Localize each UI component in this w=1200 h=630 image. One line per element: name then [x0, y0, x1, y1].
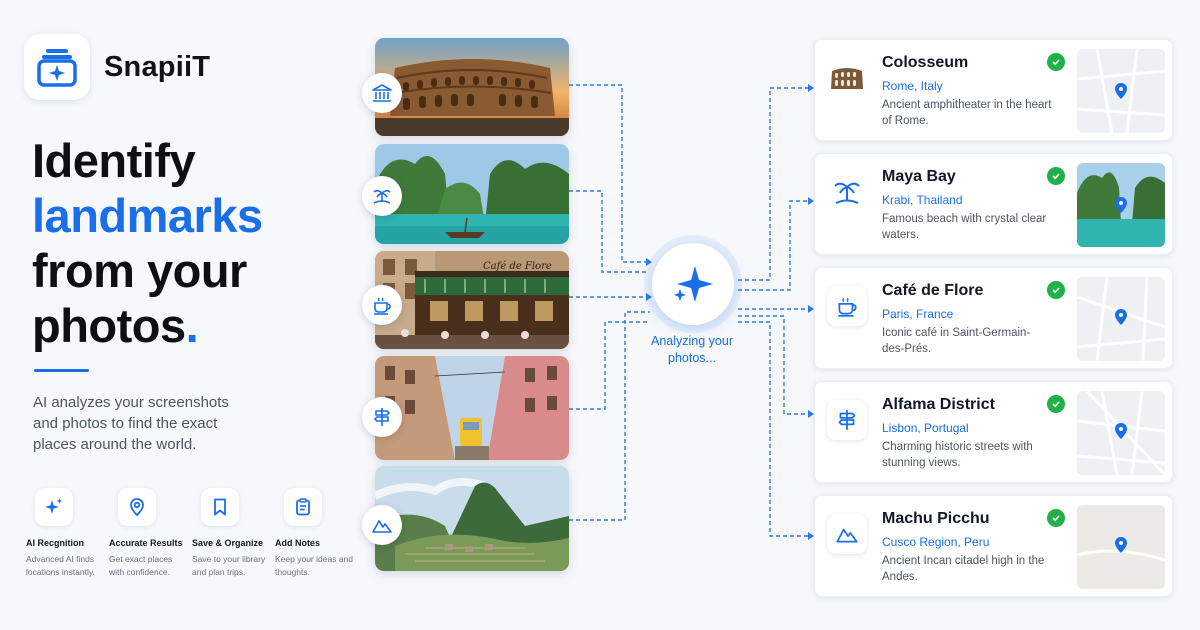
photo-cafe-de-flore[interactable]: Café de Flore — [375, 251, 569, 349]
result-card-maya-bay[interactable]: Maya Bay Krabi, Thailand Famous beach wi… — [814, 153, 1173, 255]
alfama-photo-illustration — [375, 356, 569, 460]
result-location: Cusco Region, Peru — [882, 535, 990, 549]
photo-maya-bay[interactable] — [375, 144, 569, 244]
photo-thumbnail[interactable] — [1077, 163, 1165, 247]
result-description: Ancient amphitheater in the heart of Rom… — [882, 99, 1052, 127]
photo-alfama[interactable] — [375, 356, 569, 460]
result-card-machu-picchu[interactable]: Machu Picchu Cusco Region, Peru Ancient … — [814, 495, 1173, 597]
signpost-icon — [362, 397, 402, 437]
colosseum-icon — [827, 58, 867, 98]
check-icon — [1047, 395, 1065, 413]
colosseum-photo-illustration — [375, 38, 569, 136]
result-location: Lisbon, Portugal — [882, 421, 969, 435]
result-card-alfama[interactable]: Alfama District Lisbon, Portugal Charmin… — [814, 381, 1173, 483]
mountain-icon — [362, 505, 402, 545]
check-icon — [1047, 509, 1065, 527]
result-description: Ancient Incan citadel high in the Andes. — [882, 555, 1045, 583]
cafe-sign-text: Café de Flore — [483, 261, 552, 272]
landing-canvas: SnapiiT Identify landmarks from your pho… — [0, 0, 1200, 630]
check-icon — [1047, 281, 1065, 299]
ai-status-text: Analyzing your photos... — [651, 334, 733, 365]
coffee-cup-icon — [362, 285, 402, 325]
ai-analyzer-hub — [652, 243, 734, 325]
check-icon — [1047, 167, 1065, 185]
check-icon — [1047, 53, 1065, 71]
result-name: Café de Flore — [882, 282, 984, 299]
result-location: Paris, France — [882, 307, 954, 321]
machu-picchu-photo-illustration — [375, 466, 569, 571]
result-name: Colosseum — [882, 54, 969, 71]
mountain-icon — [827, 514, 867, 554]
result-location: Krabi, Thailand — [882, 193, 963, 207]
map-thumbnail[interactable] — [1077, 277, 1165, 361]
result-name: Machu Picchu — [882, 510, 990, 527]
result-description: Famous beach with crystal clear waters. — [882, 213, 1047, 241]
museum-icon — [362, 73, 402, 113]
coffee-cup-icon — [827, 286, 867, 326]
sparkle-icon — [674, 266, 713, 302]
map-thumbnail[interactable] — [1077, 49, 1165, 133]
palm-tree-icon — [827, 172, 867, 212]
result-card-cafe-de-flore[interactable]: Café de Flore Paris, France Iconic café … — [814, 267, 1173, 369]
result-name: Maya Bay — [882, 168, 956, 185]
photo-machu-picchu[interactable] — [375, 466, 569, 571]
cafe-de-flore-photo-illustration: Café de Flore — [375, 251, 569, 349]
map-thumbnail[interactable] — [1077, 505, 1165, 589]
result-description: Charming historic streets with stunning … — [882, 441, 1033, 469]
map-thumbnail[interactable] — [1077, 391, 1165, 475]
signpost-icon — [827, 400, 867, 440]
result-card-colosseum[interactable]: Colosseum Rome, Italy Ancient amphitheat… — [814, 39, 1173, 141]
result-description: Iconic café in Saint-Germain-des-Prés. — [882, 327, 1031, 355]
result-location: Rome, Italy — [882, 79, 943, 93]
maya-bay-photo-illustration — [375, 144, 569, 244]
photo-colosseum[interactable] — [375, 38, 569, 136]
result-name: Alfama District — [882, 396, 995, 413]
palm-island-icon — [362, 176, 402, 216]
